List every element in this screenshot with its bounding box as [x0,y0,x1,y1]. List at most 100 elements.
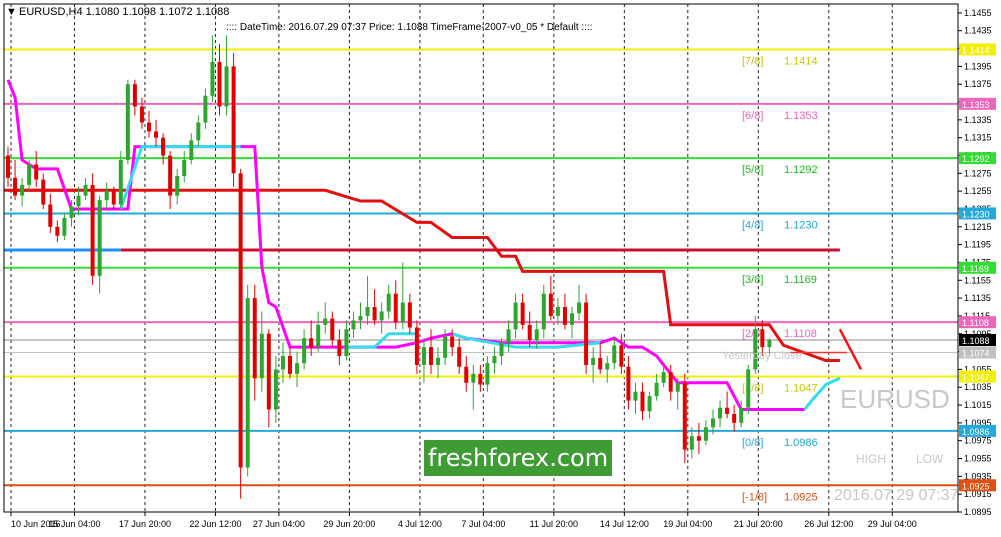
info-line: :::: DateTime: 2016.07.29 07:37 Price: 1… [226,22,593,33]
collapse-arrow-icon[interactable]: ▼ [6,6,17,18]
murrey-level-label: [4/8] [742,219,763,231]
candle-body [259,333,264,379]
candle-body [393,293,398,323]
candle-body [464,366,469,383]
candle-body [689,436,694,450]
murrey-level-label: [7/8] [742,55,763,67]
y-tick-label: 1.1435 [964,26,992,36]
x-tick-label: 7 Jul 04:00 [461,519,505,529]
murrey-levels: [7/8] 1.1414 [6/8] 1.1353 [5/8] 1.1292 [4/8] 1.… [4,48,958,503]
candle-body [154,131,159,138]
y-tick-label: 1.1135 [964,293,991,303]
murrey-level-value: 1.1414 [784,55,818,67]
murrey-level-label: [1/8] [742,383,763,395]
price-tag-text: 1.1230 [962,209,990,219]
murrey-level-label: [5/8] [742,164,763,176]
candle-body [48,204,53,227]
grid-layer [10,4,893,512]
candle-body [555,307,560,316]
candle-body [55,226,60,236]
price-tag-text: 1.1108 [962,318,989,328]
candle-body [189,140,194,160]
x-tick-label: 29 Jun 20:00 [323,519,375,529]
candle-body [718,407,723,419]
high-label: HIGH [856,452,886,466]
murrey-level-label: [2/8] [742,328,763,340]
candle-body [41,179,46,205]
murrey-level-value: 1.0986 [784,437,818,449]
candle-body [372,307,377,321]
candle-body [492,356,497,364]
candle-body [647,396,652,412]
candle-body [118,159,123,205]
candle-body [675,382,680,392]
candle-body [386,293,391,312]
candle-body [83,184,88,196]
plot-frame [3,3,959,513]
y-tick-label: 1.0955 [964,454,992,464]
candle-body [34,164,39,180]
murrey-level-value: 1.1292 [784,164,818,176]
candle-body [471,373,476,383]
x-tick-label: 11 Jul 20:00 [530,519,578,529]
candle-body [147,122,151,132]
y-tick-label: 1.1215 [964,222,992,232]
candle-body [520,302,525,325]
candle-body [584,302,589,365]
y-tick-label: 1.1275 [964,168,992,178]
x-tick-label: 17 Jun 20:00 [119,519,171,529]
y-tick-label: 1.1035 [964,382,992,392]
price-tag-text: 1.1414 [962,45,990,55]
candle-body [266,333,271,410]
candle-body [252,298,257,379]
candle-body [224,66,229,107]
murrey-level-value: 1.1108 [784,328,817,340]
candle-body [485,363,490,385]
candle-body [760,329,765,348]
candle-body [450,336,455,348]
candle-body [6,155,10,178]
candle-body [570,313,574,325]
candle-body [499,342,504,357]
candle-body [273,369,278,410]
x-tick-label: 4 Jul 12:00 [398,519,442,529]
candle-body [598,357,603,370]
candle-body [302,338,307,364]
x-tick-label: 19 Jul 04:00 [663,519,712,529]
murrey-level-value: 1.1047 [784,383,818,395]
brand-watermark: freshforex.com [424,440,612,476]
candle-body [351,320,356,330]
candle-body [196,122,201,141]
candle-body [633,391,638,401]
candle-body [323,318,328,325]
x-tick-label: 14 Jul 12:00 [600,519,649,529]
candle-body [725,407,730,414]
candle-body [534,329,539,340]
candle-body [612,345,617,364]
candle-body [654,382,659,397]
candle-body [626,366,631,401]
candle-body [309,338,314,348]
x-tick-label: 15 Jun 04:00 [48,519,100,529]
candle-body [168,155,173,196]
y-tick-label: 1.1155 [964,275,991,285]
candle-body [746,369,751,408]
y-tick-label: 1.0975 [964,436,992,446]
price-tag-text: 1.1088 [962,336,990,346]
y-tick-label: 1.1335 [964,115,992,125]
low-label: LOW [916,452,944,466]
price-tag-text: 1.0925 [962,481,990,491]
candle-body [217,61,222,107]
murrey-level-label: [-1/8] [742,491,767,503]
price-tag-text: 1.1292 [962,154,990,164]
red-arrow-line [838,328,863,370]
candle-body [76,195,81,207]
candle-body [739,407,744,423]
candle-body [295,363,300,374]
candle-body [280,356,285,370]
price-tag-text: 1.1047 [962,373,990,383]
candle-body [379,311,384,321]
candle-body [541,293,546,330]
murrey-level-value: 1.1230 [784,219,818,231]
candle-body [139,106,144,123]
